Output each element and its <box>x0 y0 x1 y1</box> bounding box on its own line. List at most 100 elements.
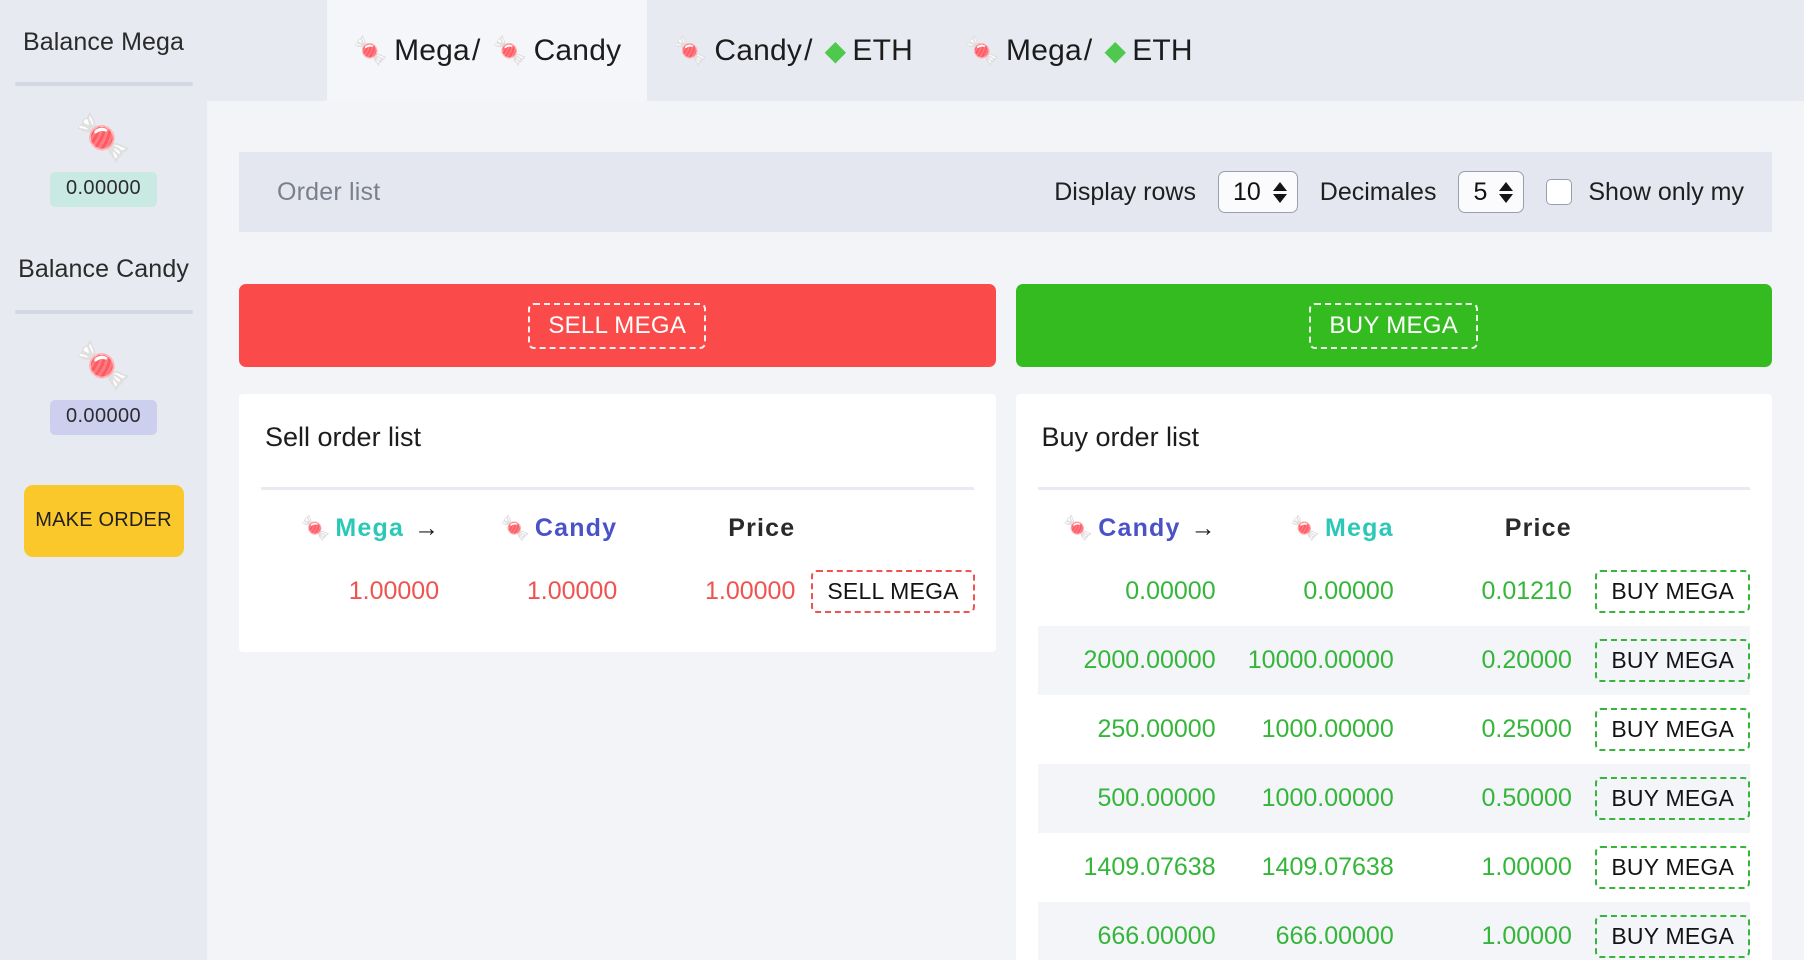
buy-row-1-to: 10000.00000 <box>1215 626 1394 695</box>
candy-orange-emoji-icon: 🍬 <box>1290 515 1321 542</box>
decimals-value: 5 <box>1473 177 1488 206</box>
sell-row-0-action-cell: SELL MEGA <box>795 557 975 626</box>
display-rows-label: Display rows <box>1054 177 1196 206</box>
sell-col-to: 🍬 Candy <box>439 490 617 557</box>
candy-pink-emoji-icon: 🍬 <box>1063 515 1094 542</box>
buy-row-5-to: 666.00000 <box>1215 902 1394 960</box>
primary-actions: SELL MEGA BUY MEGA <box>239 284 1772 367</box>
buy-row-1-price: 0.20000 <box>1393 626 1572 695</box>
buy-col-from-label: Candy <box>1098 514 1181 542</box>
buy-row-5-from: 666.00000 <box>1037 902 1216 960</box>
sell-col-price: Price <box>728 514 796 542</box>
buy-mega-button[interactable]: BUY MEGA <box>1015 284 1772 367</box>
tab-0-sep: / <box>471 33 481 67</box>
buy-col-to-label: Mega <box>1325 514 1394 542</box>
candy-orange-emoji-icon: 🍬 <box>74 111 133 164</box>
candy-pink-emoji-icon: 🍬 <box>74 338 133 391</box>
tab-1-name-a: Candy <box>714 33 803 67</box>
candy-orange-emoji-icon: 🍬 <box>300 515 331 542</box>
sell-mega-button[interactable]: SELL MEGA <box>239 284 996 367</box>
arrow-right-icon: → <box>1190 514 1216 542</box>
table-row: 2000.00000 10000.00000 0.20000 BUY MEGA <box>1037 626 1750 695</box>
pair-tabs: 🍬 Mega / 🍬 Candy 🍬 Candy / ◆ ETH 🍬 Mega / ◆ ETH <box>207 0 1804 101</box>
table-row: 1.00000 1.00000 1.00000 SELL MEGA <box>261 557 975 626</box>
sell-row-button[interactable]: SELL MEGA <box>811 570 975 613</box>
order-lists: Sell order list 🍬 Mega → 🍬 Candy Price 1… <box>239 394 1772 960</box>
buy-row-0-to: 0.00000 <box>1303 577 1394 605</box>
buy-mega-button-label: BUY MEGA <box>1309 302 1479 349</box>
sell-row-0-price: 1.00000 <box>705 577 796 605</box>
decimals-label: Decimales <box>1319 177 1437 206</box>
buy-row-0-action-cell: BUY MEGA <box>1572 557 1750 626</box>
sell-order-card: Sell order list 🍬 Mega → 🍬 Candy Price 1… <box>239 394 996 652</box>
sidebar-divider-2 <box>14 309 193 314</box>
buy-row-button[interactable]: BUY MEGA <box>1595 570 1750 613</box>
make-order-button[interactable]: MAKE ORDER <box>23 484 184 557</box>
buy-row-button[interactable]: BUY MEGA <box>1595 639 1750 682</box>
tab-mega-candy[interactable]: 🍬 Mega / 🍬 Candy <box>327 0 648 101</box>
buy-row-3-from: 500.00000 <box>1037 764 1216 833</box>
buy-row-3-price: 0.50000 <box>1393 764 1572 833</box>
buy-row-3-action-cell: BUY MEGA <box>1571 764 1750 833</box>
buy-row-5-action-cell: BUY MEGA <box>1571 902 1750 960</box>
buy-row-2-action-cell: BUY MEGA <box>1572 695 1750 764</box>
buy-table-header-row: 🍬 Candy → 🍬 Mega Price <box>1038 490 1751 557</box>
stepper-arrows-icon[interactable] <box>1272 181 1287 203</box>
tab-1-sep: / <box>804 33 813 67</box>
order-list-toolbar: Order list Display rows 10 Decimales 5 S… <box>239 152 1772 232</box>
balance-candy-value: 0.00000 <box>49 399 158 435</box>
candy-pink-emoji-icon: 🍬 <box>492 35 528 66</box>
sell-table-header-row: 🍬 Mega → 🍬 Candy Price <box>261 490 974 557</box>
tab-0-name-a: Mega <box>394 33 470 67</box>
table-row: 500.00000 1000.00000 0.50000 BUY MEGA <box>1037 764 1750 833</box>
buy-order-card: Buy order list 🍬 Candy → 🍬 Mega Price 0.… <box>1015 394 1772 960</box>
display-rows-stepper[interactable]: 10 <box>1217 171 1298 213</box>
buy-row-4-action-cell: BUY MEGA <box>1572 833 1750 902</box>
show-only-my-label: Show only my <box>1588 177 1744 206</box>
table-row: 0.00000 0.00000 0.01210 BUY MEGA <box>1038 557 1750 626</box>
buy-order-table: 🍬 Candy → 🍬 Mega Price 0.00000 0.00000 0.0121… <box>1037 490 1751 960</box>
buy-table-body: 0.00000 0.00000 0.01210 BUY MEGA 2000.00000 1… <box>1037 557 1750 960</box>
buy-row-1-action-cell: BUY MEGA <box>1571 626 1750 695</box>
buy-row-button[interactable]: BUY MEGA <box>1595 915 1750 958</box>
balance-mega-value: 0.00000 <box>49 172 158 208</box>
candy-pink-emoji-icon: 🍬 <box>673 35 709 66</box>
show-only-my-checkbox[interactable] <box>1546 179 1573 205</box>
table-row: 1409.07638 1409.07638 1.00000 BUY MEGA <box>1038 833 1750 902</box>
sell-col-from-label: Mega <box>335 514 405 542</box>
tab-mega-eth[interactable]: 🍬 Mega / ◆ ETH <box>939 0 1219 101</box>
sell-col-action <box>795 490 973 557</box>
buy-row-button[interactable]: BUY MEGA <box>1595 708 1750 751</box>
decimals-stepper[interactable]: 5 <box>1458 171 1525 213</box>
buy-col-to: 🍬 Mega <box>1216 490 1394 557</box>
tab-2-name-a: Mega <box>1006 33 1082 67</box>
table-row: 250.00000 1000.00000 0.25000 BUY MEGA <box>1038 695 1750 764</box>
buy-row-4-from: 1409.07638 <box>1083 853 1216 881</box>
tab-2-sep: / <box>1083 33 1093 67</box>
buy-row-3-to: 1000.00000 <box>1215 764 1394 833</box>
buy-row-5-price: 1.00000 <box>1393 902 1572 960</box>
sell-mega-button-label: SELL MEGA <box>528 302 707 349</box>
buy-col-from: 🍬 Candy → <box>1038 490 1216 557</box>
tab-candy-eth[interactable]: 🍬 Candy / ◆ ETH <box>647 0 939 101</box>
buy-row-2-to: 1000.00000 <box>1261 715 1394 743</box>
sell-col-to-label: Candy <box>534 514 618 542</box>
tab-1-name-b: ETH <box>852 33 913 67</box>
order-list-title: Order list <box>277 177 381 206</box>
main-panel: 🍬 Mega / 🍬 Candy 🍬 Candy / ◆ ETH 🍬 Mega / ◆ ETH Orde… <box>207 0 1804 960</box>
tab-0-name-b: Candy <box>533 33 622 67</box>
ethereum-diamond-icon: ◆ <box>1104 35 1127 66</box>
stepper-arrows-icon[interactable] <box>1499 181 1514 203</box>
buy-row-2-from: 250.00000 <box>1097 715 1216 743</box>
buy-order-list-title: Buy order list <box>1041 422 1200 452</box>
show-only-my-control[interactable]: Show only my <box>1546 178 1744 207</box>
sell-order-table: 🍬 Mega → 🍬 Candy Price 1.00000 1.00000 1… <box>261 490 975 626</box>
buy-row-button[interactable]: BUY MEGA <box>1595 777 1750 820</box>
balance-mega-label: Balance Mega <box>22 28 185 56</box>
buy-row-button[interactable]: BUY MEGA <box>1595 846 1750 889</box>
buy-row-4-to: 1409.07638 <box>1261 853 1394 881</box>
ethereum-diamond-icon: ◆ <box>824 35 847 66</box>
arrow-right-icon: → <box>414 514 440 542</box>
buy-row-2-price: 0.25000 <box>1481 715 1572 743</box>
buy-col-price: Price <box>1504 514 1572 542</box>
